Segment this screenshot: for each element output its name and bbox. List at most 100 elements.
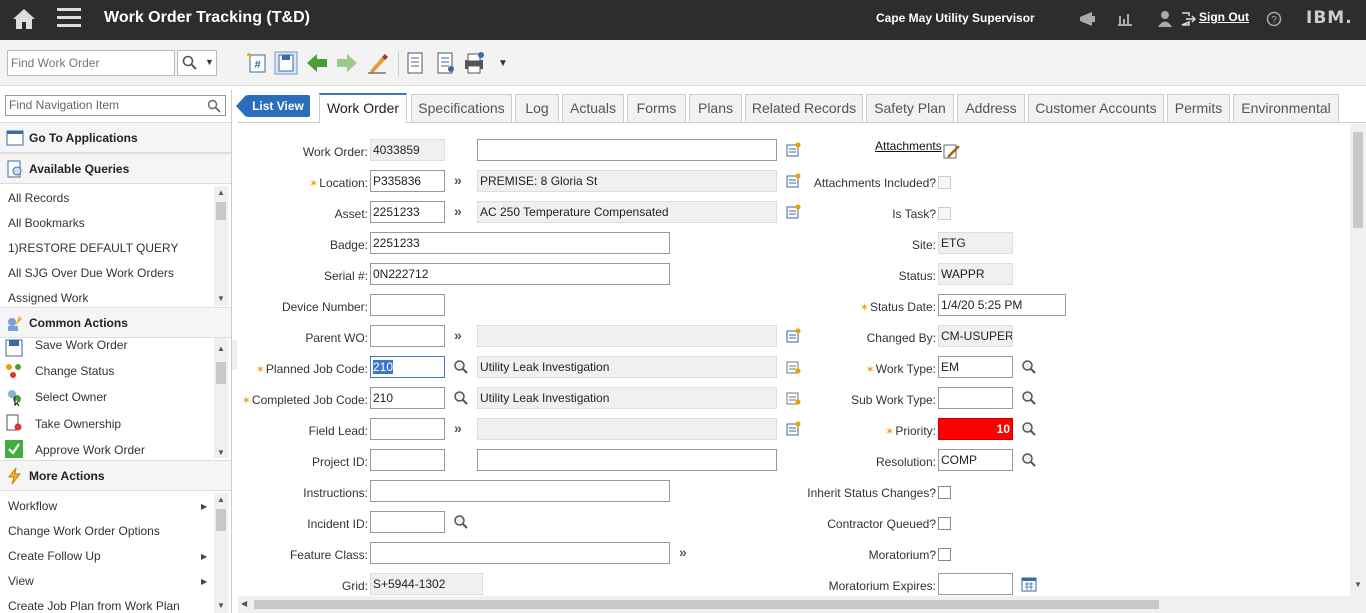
search-icon[interactable] [1021, 421, 1037, 437]
scroll-down-icon[interactable]: ▼ [1354, 580, 1362, 589]
vertical-scroll-thumb[interactable] [1353, 132, 1363, 228]
collapse-nav-handle[interactable] [232, 340, 237, 370]
attachments-link[interactable]: Attachments [875, 139, 942, 153]
search-icon[interactable] [1021, 359, 1037, 375]
badge-field[interactable]: 2251233 [370, 232, 670, 254]
search-icon[interactable] [1021, 452, 1037, 468]
serial-field[interactable]: 0N222712 [370, 263, 670, 285]
tab-actuals[interactable]: Actuals [562, 94, 624, 122]
long-description-icon[interactable] [785, 173, 801, 189]
view-history-icon[interactable] [403, 51, 427, 75]
profile-icon[interactable] [1157, 10, 1173, 28]
find-navigation-item-input[interactable]: Find Navigation Item [5, 95, 226, 116]
tab-specifications[interactable]: Specifications [411, 94, 512, 122]
priority-field[interactable]: 10 [938, 418, 1013, 440]
search-icon[interactable] [453, 390, 469, 406]
save-icon[interactable] [274, 51, 298, 75]
search-icon[interactable] [453, 359, 469, 375]
more-action-view[interactable]: View [8, 574, 34, 588]
long-description-icon[interactable] [785, 421, 801, 437]
asset-field[interactable]: 2251233 [370, 201, 445, 223]
sign-out-link[interactable]: Sign Out [1199, 10, 1249, 24]
search-icon[interactable] [453, 514, 469, 530]
long-description-icon[interactable] [785, 359, 801, 375]
document-icon[interactable] [433, 51, 457, 75]
more-action-create-job-plan[interactable]: Create Job Plan from Work Plan [8, 599, 180, 613]
detail-menu-icon[interactable]: » [454, 420, 462, 436]
query-item[interactable]: All SJG Over Due Work Orders [8, 266, 174, 280]
more-action-create-follow-up[interactable]: Create Follow Up [8, 549, 101, 563]
find-work-order-input[interactable] [7, 50, 175, 76]
horizontal-scroll-thumb[interactable] [254, 600, 1159, 609]
tab-log[interactable]: Log [515, 94, 559, 122]
tab-plans[interactable]: Plans [689, 94, 742, 122]
long-description-icon[interactable] [785, 328, 801, 344]
long-description-icon[interactable] [785, 142, 801, 158]
work-order-description-field[interactable] [477, 139, 777, 161]
project-id-field[interactable] [370, 449, 445, 471]
horizontal-scrollbar[interactable]: ◀ [238, 596, 1350, 613]
go-to-applications[interactable]: Go To Applications [0, 122, 231, 153]
clear-changes-icon[interactable] [366, 51, 390, 75]
action-approve-work-order[interactable]: Approve Work Order [35, 443, 145, 457]
previous-record-icon[interactable] [305, 51, 329, 75]
find-work-order-button[interactable]: ▼ [177, 50, 217, 76]
resolution-field[interactable]: COMP [938, 449, 1013, 471]
moratorium-expires-field[interactable] [938, 573, 1013, 595]
inherit-status-checkbox[interactable] [938, 486, 951, 499]
actions-scrollbar[interactable]: ▲ ▼ [214, 338, 228, 458]
search-icon[interactable] [207, 99, 221, 113]
more-actions-scrollbar[interactable]: ▲ ▼ [214, 493, 228, 613]
detail-menu-icon[interactable]: » [454, 327, 462, 343]
device-number-field[interactable] [370, 294, 445, 316]
sign-out-icon[interactable] [1180, 10, 1196, 28]
query-item[interactable]: Assigned Work [8, 291, 88, 305]
more-toolbar-chevron-icon[interactable]: ▼ [498, 58, 508, 69]
home-icon[interactable] [12, 8, 36, 30]
tab-address[interactable]: Address [957, 94, 1025, 122]
more-action-workflow[interactable]: Workflow [8, 499, 57, 513]
contractor-queued-checkbox[interactable] [938, 517, 951, 530]
field-lead-field[interactable] [370, 418, 445, 440]
bulletin-board-icon[interactable] [1078, 10, 1098, 28]
planned-job-code-field[interactable]: 210 [370, 356, 445, 378]
tab-permits[interactable]: Permits [1167, 94, 1230, 122]
help-icon[interactable]: ? [1266, 10, 1282, 28]
project-id-description[interactable] [477, 449, 777, 471]
query-item[interactable]: All Records [8, 191, 69, 205]
next-record-icon[interactable] [335, 51, 359, 75]
new-work-order-icon[interactable]: # [245, 51, 269, 75]
menu-icon[interactable] [57, 8, 81, 28]
completed-job-code-field[interactable]: 210 [370, 387, 445, 409]
action-save-work-order[interactable]: Save Work Order [35, 338, 127, 352]
action-change-status[interactable]: Change Status [35, 364, 114, 378]
incident-id-field[interactable] [370, 511, 445, 533]
detail-menu-icon[interactable]: » [454, 203, 462, 219]
parent-wo-field[interactable] [370, 325, 445, 347]
sub-work-type-field[interactable] [938, 387, 1013, 409]
calendar-icon[interactable] [1021, 576, 1037, 592]
queries-scrollbar[interactable]: ▲ ▼ [214, 186, 228, 306]
more-action-change-options[interactable]: Change Work Order Options [8, 524, 160, 538]
long-description-icon[interactable] [785, 390, 801, 406]
moratorium-checkbox[interactable] [938, 548, 951, 561]
attachments-icon[interactable] [943, 142, 960, 159]
tab-forms[interactable]: Forms [627, 94, 686, 122]
vertical-scrollbar[interactable]: ▼ [1350, 124, 1366, 613]
print-icon[interactable] [462, 51, 486, 75]
scroll-left-icon[interactable]: ◀ [241, 599, 247, 608]
feature-class-field[interactable] [370, 542, 670, 564]
long-description-icon[interactable] [785, 204, 801, 220]
tab-environmental[interactable]: Environmental [1233, 94, 1339, 122]
search-icon[interactable] [1021, 390, 1037, 406]
location-field[interactable]: P335836 [370, 170, 445, 192]
detail-menu-icon[interactable]: » [454, 172, 462, 188]
instructions-field[interactable] [370, 480, 670, 502]
list-view-button[interactable]: List View [236, 95, 310, 117]
query-item[interactable]: All Bookmarks [8, 216, 85, 230]
query-item[interactable]: 1)RESTORE DEFAULT QUERY [8, 241, 179, 255]
detail-menu-icon[interactable]: » [679, 544, 687, 560]
action-select-owner[interactable]: Select Owner [35, 390, 107, 404]
action-take-ownership[interactable]: Take Ownership [35, 417, 121, 431]
status-date-field[interactable]: 1/4/20 5:25 PM [938, 294, 1066, 316]
